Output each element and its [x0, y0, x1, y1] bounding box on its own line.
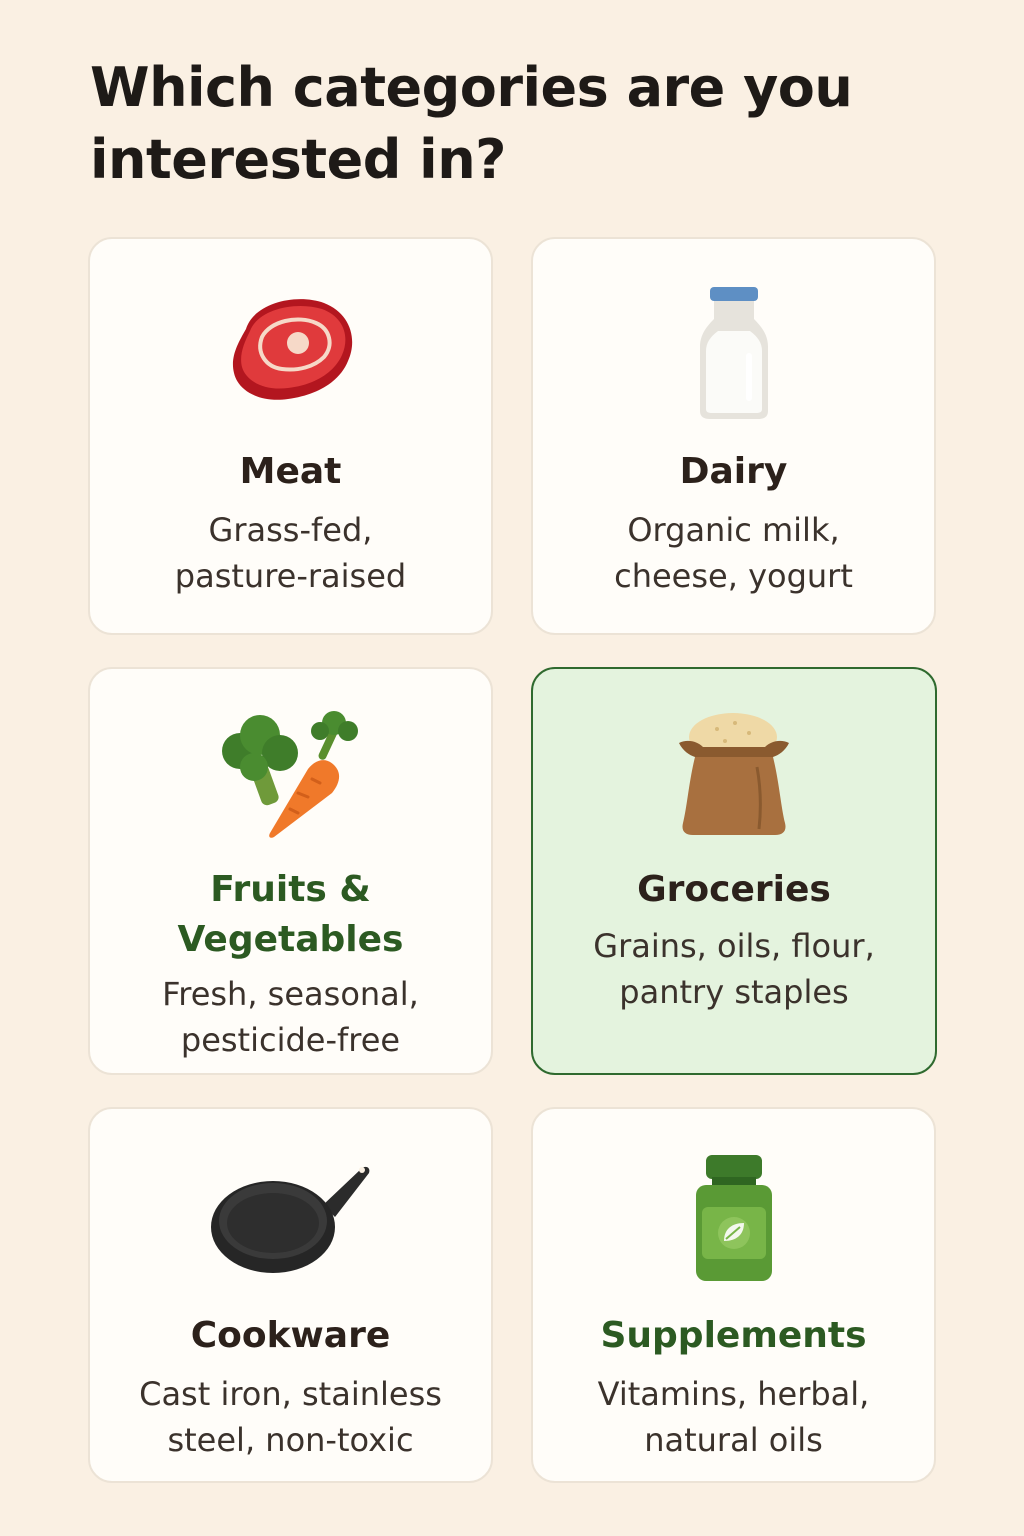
category-name-line: Fruits &	[210, 869, 371, 910]
grain-sack-icon	[673, 711, 795, 839]
category-description: Grains, oils, flour, pantry staples	[543, 923, 925, 1015]
category-name: Supplements	[600, 1315, 867, 1356]
category-card-supplements[interactable]: Supplements Vitamins, herbal, natural oi…	[531, 1107, 936, 1483]
description-line: Grains, oils, flour,	[593, 927, 875, 965]
description-line: Vitamins, herbal,	[597, 1375, 870, 1413]
description-line: pasture-raised	[174, 557, 407, 595]
description-line: steel, non-toxic	[167, 1421, 414, 1459]
category-name: Fruits & Vegetables	[90, 865, 491, 965]
category-card-groceries[interactable]: Groceries Grains, oils, flour, pantry st…	[531, 667, 937, 1075]
category-name: Groceries	[637, 869, 831, 910]
broccoli-carrot-icon	[216, 709, 366, 841]
supplement-bottle-icon	[694, 1153, 774, 1283]
category-card-fruits-vegetables[interactable]: Fruits & Vegetables Fresh, seasonal, pes…	[88, 667, 493, 1075]
description-line: cheese, yogurt	[614, 557, 853, 595]
category-card-cookware[interactable]: Cookware Cast iron, stainless steel, non…	[88, 1107, 493, 1483]
milk-bottle-icon	[698, 285, 770, 421]
category-name: Dairy	[679, 451, 788, 492]
page-title-line-1: Which categories are you	[90, 56, 853, 119]
description-line: Cast iron, stainless	[139, 1375, 442, 1413]
category-description: Grass-fed, pasture-raised	[100, 507, 481, 599]
page-title: Which categories are you interested in?	[90, 52, 870, 196]
description-line: pesticide-free	[180, 1021, 401, 1059]
page-title-line-2: interested in?	[90, 128, 506, 191]
category-description: Vitamins, herbal, natural oils	[543, 1371, 924, 1463]
description-line: Grass-fed,	[208, 511, 373, 549]
frying-pan-icon	[210, 1159, 371, 1277]
description-line: Organic milk,	[627, 511, 840, 549]
category-description: Cast iron, stainless steel, non-toxic	[100, 1371, 481, 1463]
category-description: Organic milk, cheese, yogurt	[543, 507, 924, 599]
steak-icon	[226, 291, 356, 407]
category-name: Cookware	[190, 1315, 391, 1356]
description-line: Fresh, seasonal,	[162, 975, 419, 1013]
category-card-meat[interactable]: Meat Grass-fed, pasture-raised	[88, 237, 493, 635]
description-line: pantry staples	[619, 973, 849, 1011]
description-line: natural oils	[644, 1421, 823, 1459]
category-description: Fresh, seasonal, pesticide-free	[100, 971, 481, 1063]
category-selection-page: Which categories are you interested in? …	[0, 0, 1024, 1536]
category-name: Meat	[239, 451, 342, 492]
category-card-dairy[interactable]: Dairy Organic milk, cheese, yogurt	[531, 237, 936, 635]
category-name-line: Vegetables	[177, 919, 404, 960]
